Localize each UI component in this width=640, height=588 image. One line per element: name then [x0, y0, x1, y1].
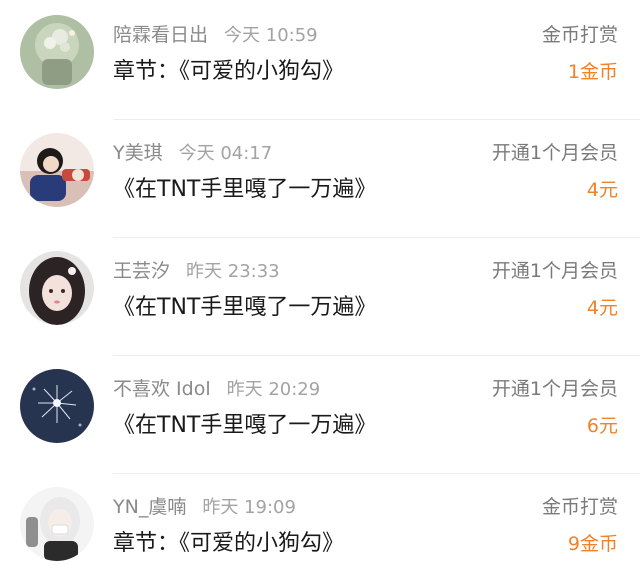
timestamp: 今天 10:59 — [224, 25, 318, 46]
reward-record-list: 陪霖看日出 今天 10:59 章节：《可爱的小狗勾》 金币打赏 1金币 Y美琪 今天… — [0, 0, 640, 588]
reward-type: 金币打赏 — [541, 24, 618, 46]
user-name[interactable]: 王芸汐 — [113, 260, 170, 282]
reward-amount: 1金币 — [567, 61, 618, 83]
reward-amount: 4元 — [586, 179, 618, 201]
timestamp: 昨天 23:33 — [186, 261, 280, 282]
reward-type: 开通1个月会员 — [491, 260, 618, 282]
timestamp: 昨天 19:09 — [202, 497, 296, 518]
user-info: 王芸汐 昨天 23:33 — [113, 257, 280, 286]
content-title[interactable]: 《在TNT手里嘎了一万遍》 — [113, 291, 376, 325]
content-title[interactable]: 《在TNT手里嘎了一万遍》 — [113, 409, 376, 443]
list-item[interactable]: YN_虞喃 昨天 19:09 章节：《可爱的小狗勾》 金币打赏 9金币 — [0, 472, 640, 588]
content-title[interactable]: 章节：《可爱的小狗勾》 — [113, 55, 344, 89]
user-info: 不喜欢 Idol 昨天 20:29 — [113, 375, 320, 404]
user-name[interactable]: 陪霖看日出 — [113, 24, 208, 46]
avatar[interactable] — [20, 369, 94, 443]
user-info: 陪霖看日出 今天 10:59 — [113, 21, 318, 50]
user-info: YN_虞喃 昨天 19:09 — [113, 493, 296, 522]
reward-type: 开通1个月会员 — [491, 142, 618, 164]
list-item[interactable]: 王芸汐 昨天 23:33 《在TNT手里嘎了一万遍》 开通1个月会员 4元 — [0, 236, 640, 356]
avatar[interactable] — [20, 133, 94, 207]
avatar[interactable] — [20, 15, 94, 89]
list-item[interactable]: 陪霖看日出 今天 10:59 章节：《可爱的小狗勾》 金币打赏 1金币 — [0, 0, 640, 120]
user-name[interactable]: YN_虞喃 — [113, 496, 186, 518]
reward-amount: 4元 — [586, 297, 618, 319]
content-title[interactable]: 《在TNT手里嘎了一万遍》 — [113, 173, 376, 207]
user-name[interactable]: 不喜欢 Idol — [113, 378, 211, 400]
reward-type: 金币打赏 — [541, 496, 618, 518]
user-name[interactable]: Y美琪 — [113, 142, 163, 164]
reward-amount: 6元 — [586, 415, 618, 437]
content-title[interactable]: 章节：《可爱的小狗勾》 — [113, 527, 344, 561]
list-item[interactable]: 不喜欢 Idol 昨天 20:29 《在TNT手里嘎了一万遍》 开通1个月会员 6… — [0, 354, 640, 474]
avatar[interactable] — [20, 487, 94, 561]
timestamp: 昨天 20:29 — [226, 379, 321, 400]
reward-type: 开通1个月会员 — [491, 378, 618, 400]
avatar[interactable] — [20, 251, 94, 325]
user-info: Y美琪 今天 04:17 — [113, 139, 272, 168]
list-item[interactable]: Y美琪 今天 04:17 《在TNT手里嘎了一万遍》 开通1个月会员 4元 — [0, 118, 640, 238]
reward-amount: 9金币 — [567, 533, 618, 555]
timestamp: 今天 04:17 — [178, 143, 273, 164]
